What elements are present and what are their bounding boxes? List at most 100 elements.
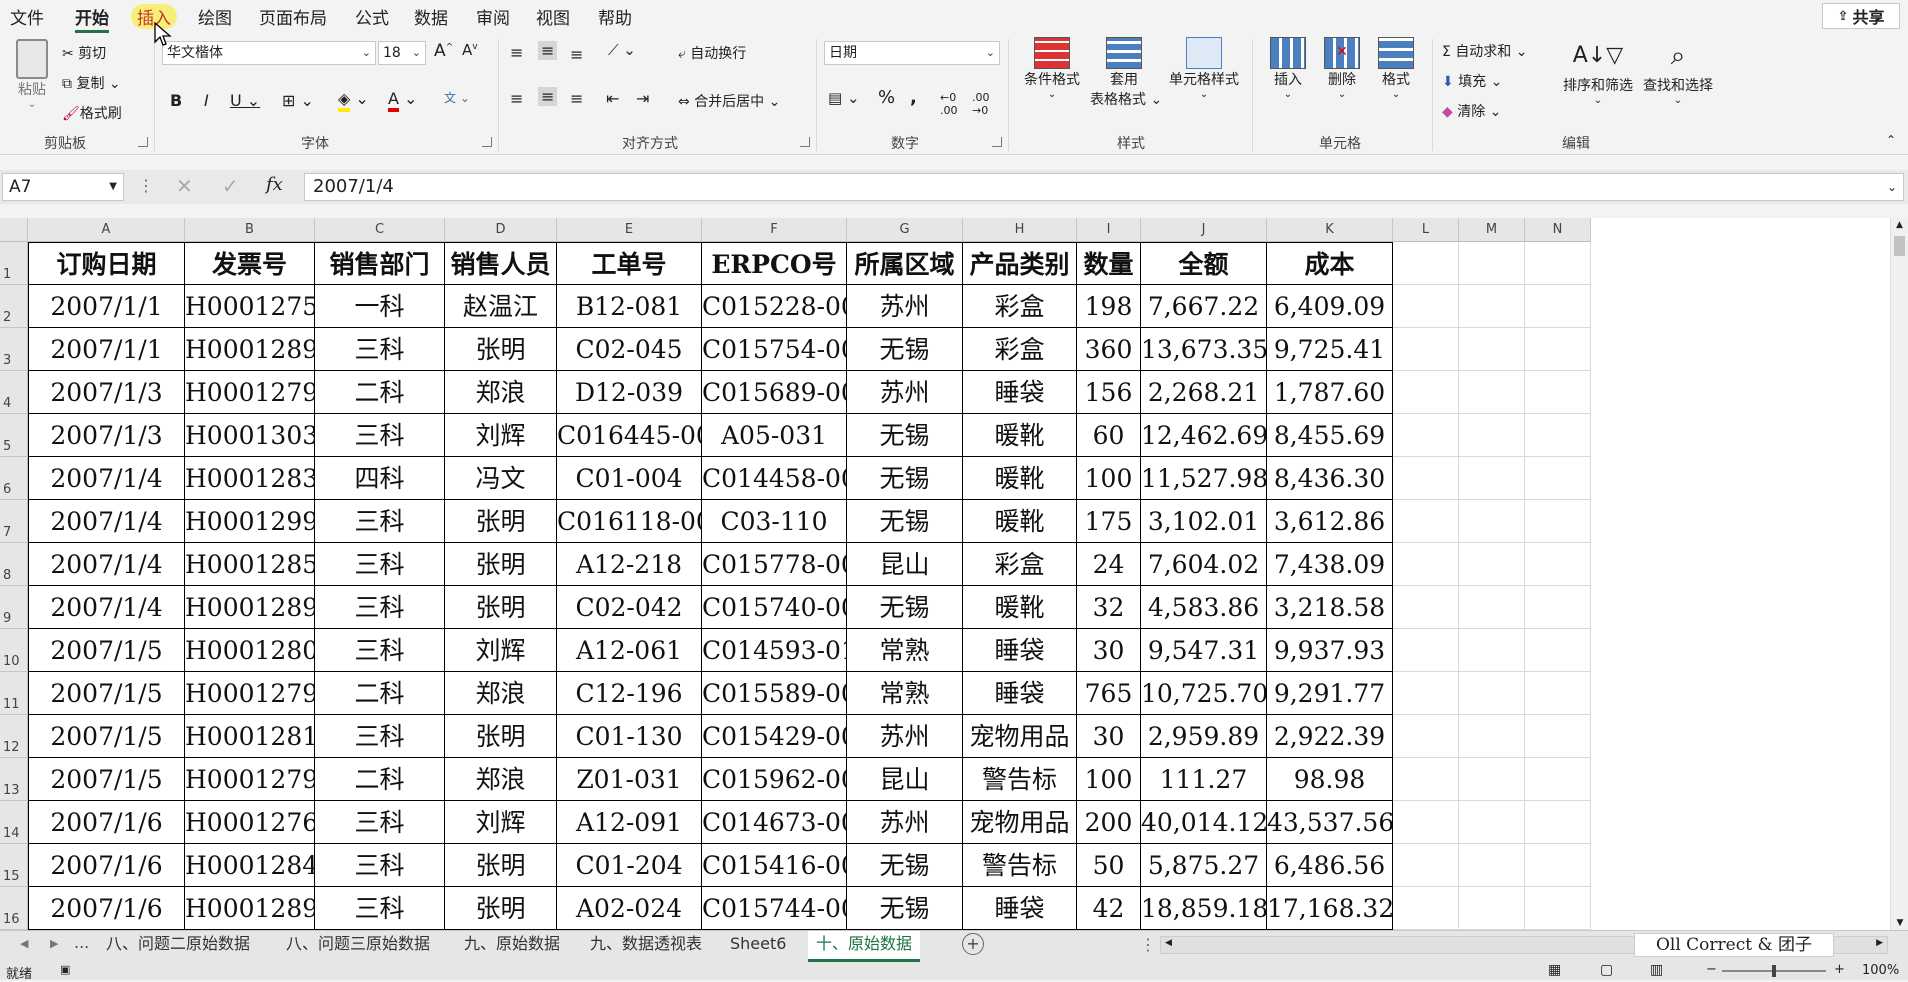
table-cell[interactable]: A02-024 xyxy=(557,887,702,930)
table-cell[interactable]: A12-091 xyxy=(557,801,702,844)
table-cell[interactable]: 9,547.31 xyxy=(1141,629,1267,672)
orientation-icon[interactable]: ⟋ ⌄ xyxy=(608,41,636,59)
table-cell[interactable]: A12-061 xyxy=(557,629,702,672)
table-cell[interactable]: H00012845 xyxy=(185,844,315,887)
table-cell[interactable]: 张明 xyxy=(445,586,557,629)
menu-tab-7[interactable]: 审阅 xyxy=(476,4,510,29)
table-cell[interactable] xyxy=(1459,844,1525,887)
table-cell[interactable]: H00012892 xyxy=(185,586,315,629)
table-cell[interactable]: 彩盒 xyxy=(963,543,1077,586)
table-cell[interactable]: C014673-009 xyxy=(702,801,847,844)
table-cell[interactable]: 三科 xyxy=(315,887,445,930)
table-cell[interactable]: 常熟 xyxy=(847,629,963,672)
bold-button[interactable]: B xyxy=(170,91,182,110)
table-cell[interactable]: 13,673.35 xyxy=(1141,328,1267,371)
table-cell[interactable] xyxy=(1525,328,1591,371)
table-cell[interactable]: 765 xyxy=(1077,672,1141,715)
table-cell[interactable]: 30 xyxy=(1077,715,1141,758)
table-cell[interactable]: 9,937.93 xyxy=(1267,629,1393,672)
table-cell[interactable] xyxy=(1393,672,1459,715)
table-cell[interactable]: 无锡 xyxy=(847,328,963,371)
column-header-N[interactable]: N xyxy=(1525,218,1591,242)
font-color-icon[interactable]: A ⌄ xyxy=(388,89,417,112)
table-cell[interactable] xyxy=(1525,371,1591,414)
sheet-overflow[interactable]: ... xyxy=(74,933,89,952)
table-cell[interactable] xyxy=(1459,672,1525,715)
fill-button[interactable]: ⬇ 填充 ⌄ xyxy=(1442,71,1502,91)
table-cell[interactable]: 三科 xyxy=(315,844,445,887)
enter-icon[interactable]: ✓ xyxy=(222,174,239,198)
accounting-icon[interactable]: ▤ ⌄ xyxy=(828,89,860,107)
table-cell[interactable]: H00012754 xyxy=(185,285,315,328)
table-cell[interactable] xyxy=(1525,629,1591,672)
row-header[interactable]: 14 xyxy=(0,801,28,844)
row-header[interactable]: 1 xyxy=(0,242,28,285)
increase-decimal-icon[interactable]: ←0.00 xyxy=(940,91,958,117)
table-cell[interactable]: H00012792 xyxy=(185,758,315,801)
table-cell[interactable]: 张明 xyxy=(445,844,557,887)
copy-button[interactable]: ⧉ 复制 ⌄ xyxy=(62,73,121,93)
vertical-scrollbar[interactable]: ▲ ▼ xyxy=(1890,218,1908,930)
table-cell[interactable]: 1,787.60 xyxy=(1267,371,1393,414)
number-format-select[interactable]: 日期 ⌄ xyxy=(824,41,1000,65)
insert-cells-button[interactable]: 插入 ⌄ xyxy=(1262,37,1314,100)
table-cell[interactable]: H00012801 xyxy=(185,629,315,672)
header-cell[interactable] xyxy=(1459,242,1525,285)
add-sheet-icon[interactable]: + xyxy=(962,933,984,955)
table-cell[interactable]: 彩盒 xyxy=(963,285,1077,328)
table-cell[interactable] xyxy=(1393,457,1459,500)
header-cell[interactable]: 发票号 xyxy=(185,242,315,285)
table-cell[interactable]: 2007/1/4 xyxy=(28,500,185,543)
table-cell[interactable]: 苏州 xyxy=(847,285,963,328)
sheet-tab[interactable]: 八、问题三原始数据 xyxy=(278,931,438,959)
next-sheet-icon[interactable]: ▶ xyxy=(50,937,58,950)
table-cell[interactable]: 无锡 xyxy=(847,586,963,629)
table-cell[interactable]: 宠物用品 xyxy=(963,715,1077,758)
zoom-in-icon[interactable]: + xyxy=(1834,962,1845,977)
header-cell[interactable]: 所属区域 xyxy=(847,242,963,285)
table-cell[interactable]: 郑浪 xyxy=(445,371,557,414)
table-cell[interactable]: 24 xyxy=(1077,543,1141,586)
table-cell[interactable] xyxy=(1459,414,1525,457)
table-cell[interactable]: C01-130 xyxy=(557,715,702,758)
table-cell[interactable]: 42 xyxy=(1077,887,1141,930)
table-cell[interactable]: 二科 xyxy=(315,371,445,414)
zoom-slider-thumb[interactable] xyxy=(1772,965,1776,977)
decrease-font-icon[interactable]: Av xyxy=(462,41,478,59)
decrease-decimal-icon[interactable]: .00 →0 xyxy=(972,91,990,117)
table-cell[interactable]: 警告标 xyxy=(963,844,1077,887)
format-cells-button[interactable]: 格式 ⌄ xyxy=(1370,37,1422,100)
row-header[interactable]: 8 xyxy=(0,543,28,586)
table-cell[interactable]: 张明 xyxy=(445,328,557,371)
table-cell[interactable]: H00012892 xyxy=(185,328,315,371)
table-cell[interactable]: 常熟 xyxy=(847,672,963,715)
table-cell[interactable]: 111.27 xyxy=(1141,758,1267,801)
table-cell[interactable]: H00012892 xyxy=(185,887,315,930)
table-cell[interactable]: 2007/1/3 xyxy=(28,414,185,457)
header-cell[interactable]: 销售人员 xyxy=(445,242,557,285)
sheet-tab[interactable]: 八、问题二原始数据 xyxy=(98,931,258,959)
row-header[interactable]: 5 xyxy=(0,414,28,457)
row-header[interactable]: 7 xyxy=(0,500,28,543)
table-cell[interactable]: 警告标 xyxy=(963,758,1077,801)
table-cell[interactable]: 无锡 xyxy=(847,414,963,457)
zoom-out-icon[interactable]: − xyxy=(1706,962,1717,977)
align-top-icon[interactable]: ≡ xyxy=(510,43,523,62)
paste-button[interactable]: 粘贴 ⌄ xyxy=(12,39,52,110)
table-cell[interactable] xyxy=(1525,672,1591,715)
table-cell[interactable]: 6,409.09 xyxy=(1267,285,1393,328)
table-cell[interactable]: 刘辉 xyxy=(445,414,557,457)
table-cell[interactable]: 苏州 xyxy=(847,715,963,758)
table-cell[interactable] xyxy=(1525,801,1591,844)
table-cell[interactable]: C01-204 xyxy=(557,844,702,887)
table-cell[interactable]: 2007/1/5 xyxy=(28,758,185,801)
table-cell[interactable]: A05-031 xyxy=(702,414,847,457)
table-cell[interactable]: 昆山 xyxy=(847,758,963,801)
fill-color-icon[interactable]: ◈ ⌄ xyxy=(338,89,369,112)
font-launcher-icon[interactable] xyxy=(482,137,492,147)
table-cell[interactable]: H00012769 xyxy=(185,801,315,844)
align-right-icon[interactable]: ≡ xyxy=(570,89,583,108)
table-cell[interactable]: 7,604.02 xyxy=(1141,543,1267,586)
table-cell[interactable]: 156 xyxy=(1077,371,1141,414)
table-cell[interactable]: 50 xyxy=(1077,844,1141,887)
